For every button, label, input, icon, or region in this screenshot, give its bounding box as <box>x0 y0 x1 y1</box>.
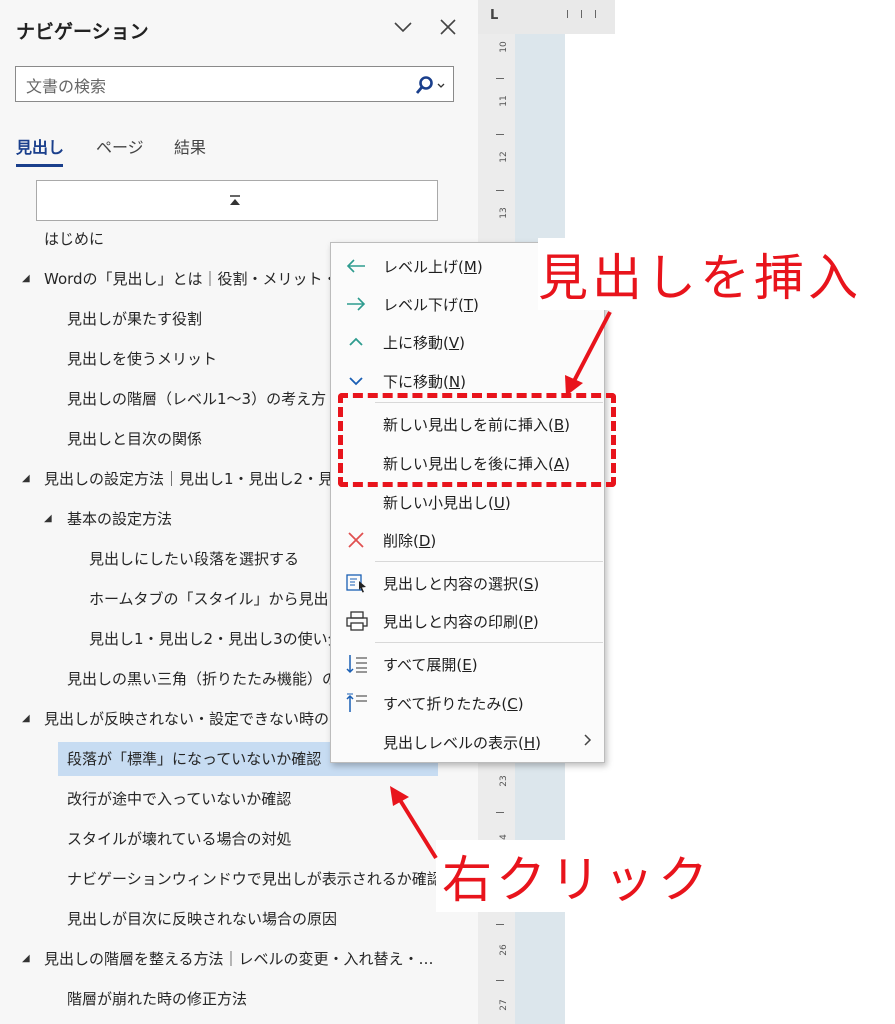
menu-item-label: すべて展開(E) <box>383 656 478 674</box>
menu-item-p[interactable]: 見出しと内容の印刷(P) <box>331 602 606 640</box>
ruler-number: 26 <box>499 944 509 956</box>
outline-item-label: 基本の設定方法 <box>67 510 173 528</box>
ruler-tick <box>496 812 504 813</box>
outline-item-label: スタイルが壊れている場合の対処 <box>67 830 292 848</box>
outline-item-label: 見出しを使うメリット <box>67 350 218 368</box>
expand-collapse-triangle-icon[interactable]: ◢ <box>22 462 30 496</box>
right-click-annotation: 右クリック <box>436 840 718 912</box>
submenu-chevron-icon <box>582 731 594 753</box>
tab-results[interactable]: 結果 <box>174 134 206 158</box>
outline-item[interactable]: 見出しが目次に反映されない場合の原因 <box>0 902 478 936</box>
outline-item[interactable]: ◢ 見出しの階層を整える方法｜レベルの変更・入れ替え・… <box>0 942 478 976</box>
print-icon <box>345 610 368 632</box>
outline-item-label: 見出しが反映されない・設定できない時のチ <box>44 710 345 728</box>
menu-item-label: 新しい小見出し(U) <box>383 494 511 512</box>
ruler-number: 12 <box>499 151 509 163</box>
outline-item[interactable]: 階層が崩れた時の修正方法 <box>0 982 478 1016</box>
expand-collapse-triangle-icon[interactable]: ◢ <box>22 262 30 296</box>
outline-item-label: 見出しの階層（レベル1～3）の考え方 <box>67 390 327 408</box>
arrow-left-icon <box>345 255 367 277</box>
outline-item-label: 見出しが目次に反映されない場合の原因 <box>67 910 338 928</box>
outline-item[interactable]: スタイルが壊れている場合の対処 <box>0 822 478 856</box>
highlight-dashed-box <box>338 393 616 487</box>
ruler-number: 10 <box>499 41 509 53</box>
expand-collapse-triangle-icon[interactable]: ◢ <box>22 702 30 736</box>
context-menu: レベル上げ(M) レベル下げ(T) 上に移動(V) 下に移動(N) 新しい見出しを前に挿… <box>330 242 605 763</box>
menu-item-label: レベル上げ(M) <box>383 258 483 276</box>
active-tab-indicator <box>16 164 63 167</box>
outline-item[interactable]: ナビゲーションウィンドウで見出しが表示されるか確認 <box>0 862 478 896</box>
menu-item-d[interactable]: 削除(D) <box>331 521 606 559</box>
chevron-down-icon <box>345 370 367 392</box>
pane-options-icon[interactable] <box>392 16 414 43</box>
menu-item-label: レベル下げ(T) <box>383 296 479 314</box>
outline-item-label: 見出しの設定方法｜見出し1・見出し2・見 <box>44 470 334 488</box>
outline-item-label: 見出し1・見出し2・見出し3の使い分 <box>89 630 343 648</box>
menu-item-label: 見出しと内容の印刷(P) <box>383 613 539 631</box>
menu-separator <box>375 561 603 562</box>
outline-item-label: はじめに <box>44 230 105 248</box>
outline-item-label: 段落が「標準」になっていないか確認 <box>67 750 322 768</box>
outline-item-label: 見出しの階層を整える方法｜レベルの変更・入れ替え・… <box>44 950 434 968</box>
menu-item-label: 上に移動(V) <box>383 334 465 352</box>
outline-item[interactable]: 改行が途中で入っていないか確認 <box>0 782 478 816</box>
ruler-number: 11 <box>499 95 509 107</box>
menu-item-label: 削除(D) <box>383 532 437 550</box>
ruler-corner: L <box>478 0 515 34</box>
menu-item-e[interactable]: すべて展開(E) <box>331 645 606 683</box>
menu-item-s[interactable]: 見出しと内容の選択(S) <box>331 564 606 602</box>
menu-item-label: 見出しと内容の選択(S) <box>383 575 540 593</box>
tab-headings[interactable]: 見出し <box>16 134 64 158</box>
outline-item-label: ナビゲーションウィンドウで見出しが表示されるか確認 <box>67 870 442 888</box>
expand-collapse-triangle-icon[interactable]: ◢ <box>44 502 52 536</box>
delete-x-icon <box>345 529 367 551</box>
expand-collapse-triangle-icon[interactable]: ◢ <box>22 942 30 976</box>
outline-item-label: 見出しが果たす役割 <box>67 310 203 328</box>
outline-item-label: 見出しの黒い三角（折りたたみ機能）の <box>67 670 338 688</box>
select-content-icon <box>345 572 367 594</box>
menu-separator <box>375 642 603 643</box>
outline-item-label: 見出しと目次の関係 <box>67 430 203 448</box>
scroll-to-top-button[interactable] <box>36 180 438 221</box>
expand-all-icon <box>345 653 367 675</box>
outline-item-label: Wordの「見出し」とは｜役割・メリット・階層 <box>44 270 368 288</box>
outline-item-label: 改行が途中で入っていないか確認 <box>67 790 292 808</box>
ruler-number: 27 <box>499 999 509 1011</box>
ruler-tick <box>496 190 504 191</box>
search-placeholder: 文書の検索 <box>26 77 107 96</box>
menu-item-label: 見出しレベルの表示(H) <box>383 734 541 752</box>
ruler-tick <box>496 134 504 135</box>
horizontal-ruler <box>515 0 615 34</box>
tab-pages[interactable]: ページ <box>96 134 144 158</box>
nav-title: ナビゲーション <box>16 21 149 43</box>
collapse-all-icon <box>345 692 367 714</box>
ruler-number: 23 <box>499 775 509 787</box>
tab-stop-selector[interactable]: L <box>490 8 498 23</box>
menu-item-c[interactable]: すべて折りたたみ(C) <box>331 684 606 722</box>
ruler-tick <box>496 78 504 79</box>
chevron-up-icon <box>345 331 367 353</box>
ruler-tick <box>496 980 504 981</box>
menu-item-u[interactable]: 新しい小見出し(U) <box>331 483 606 521</box>
menu-item-v[interactable]: 上に移動(V) <box>331 323 606 361</box>
close-icon[interactable] <box>437 16 459 43</box>
arrow-right-icon <box>345 293 367 315</box>
menu-item-label: 下に移動(N) <box>383 373 466 391</box>
outline-item-label: 階層が崩れた時の修正方法 <box>67 990 248 1008</box>
ruler-tick <box>496 924 504 925</box>
search-input[interactable]: 文書の検索 <box>15 66 454 102</box>
menu-item-h[interactable]: 見出しレベルの表示(H) <box>331 723 606 761</box>
ruler-number: 13 <box>499 207 509 219</box>
insert-heading-annotation: 見出しを挿入 <box>538 238 862 310</box>
menu-item-label: すべて折りたたみ(C) <box>383 695 524 713</box>
search-icon[interactable] <box>411 74 449 96</box>
outline-item-label: 見出しにしたい段落を選択する <box>89 550 300 568</box>
